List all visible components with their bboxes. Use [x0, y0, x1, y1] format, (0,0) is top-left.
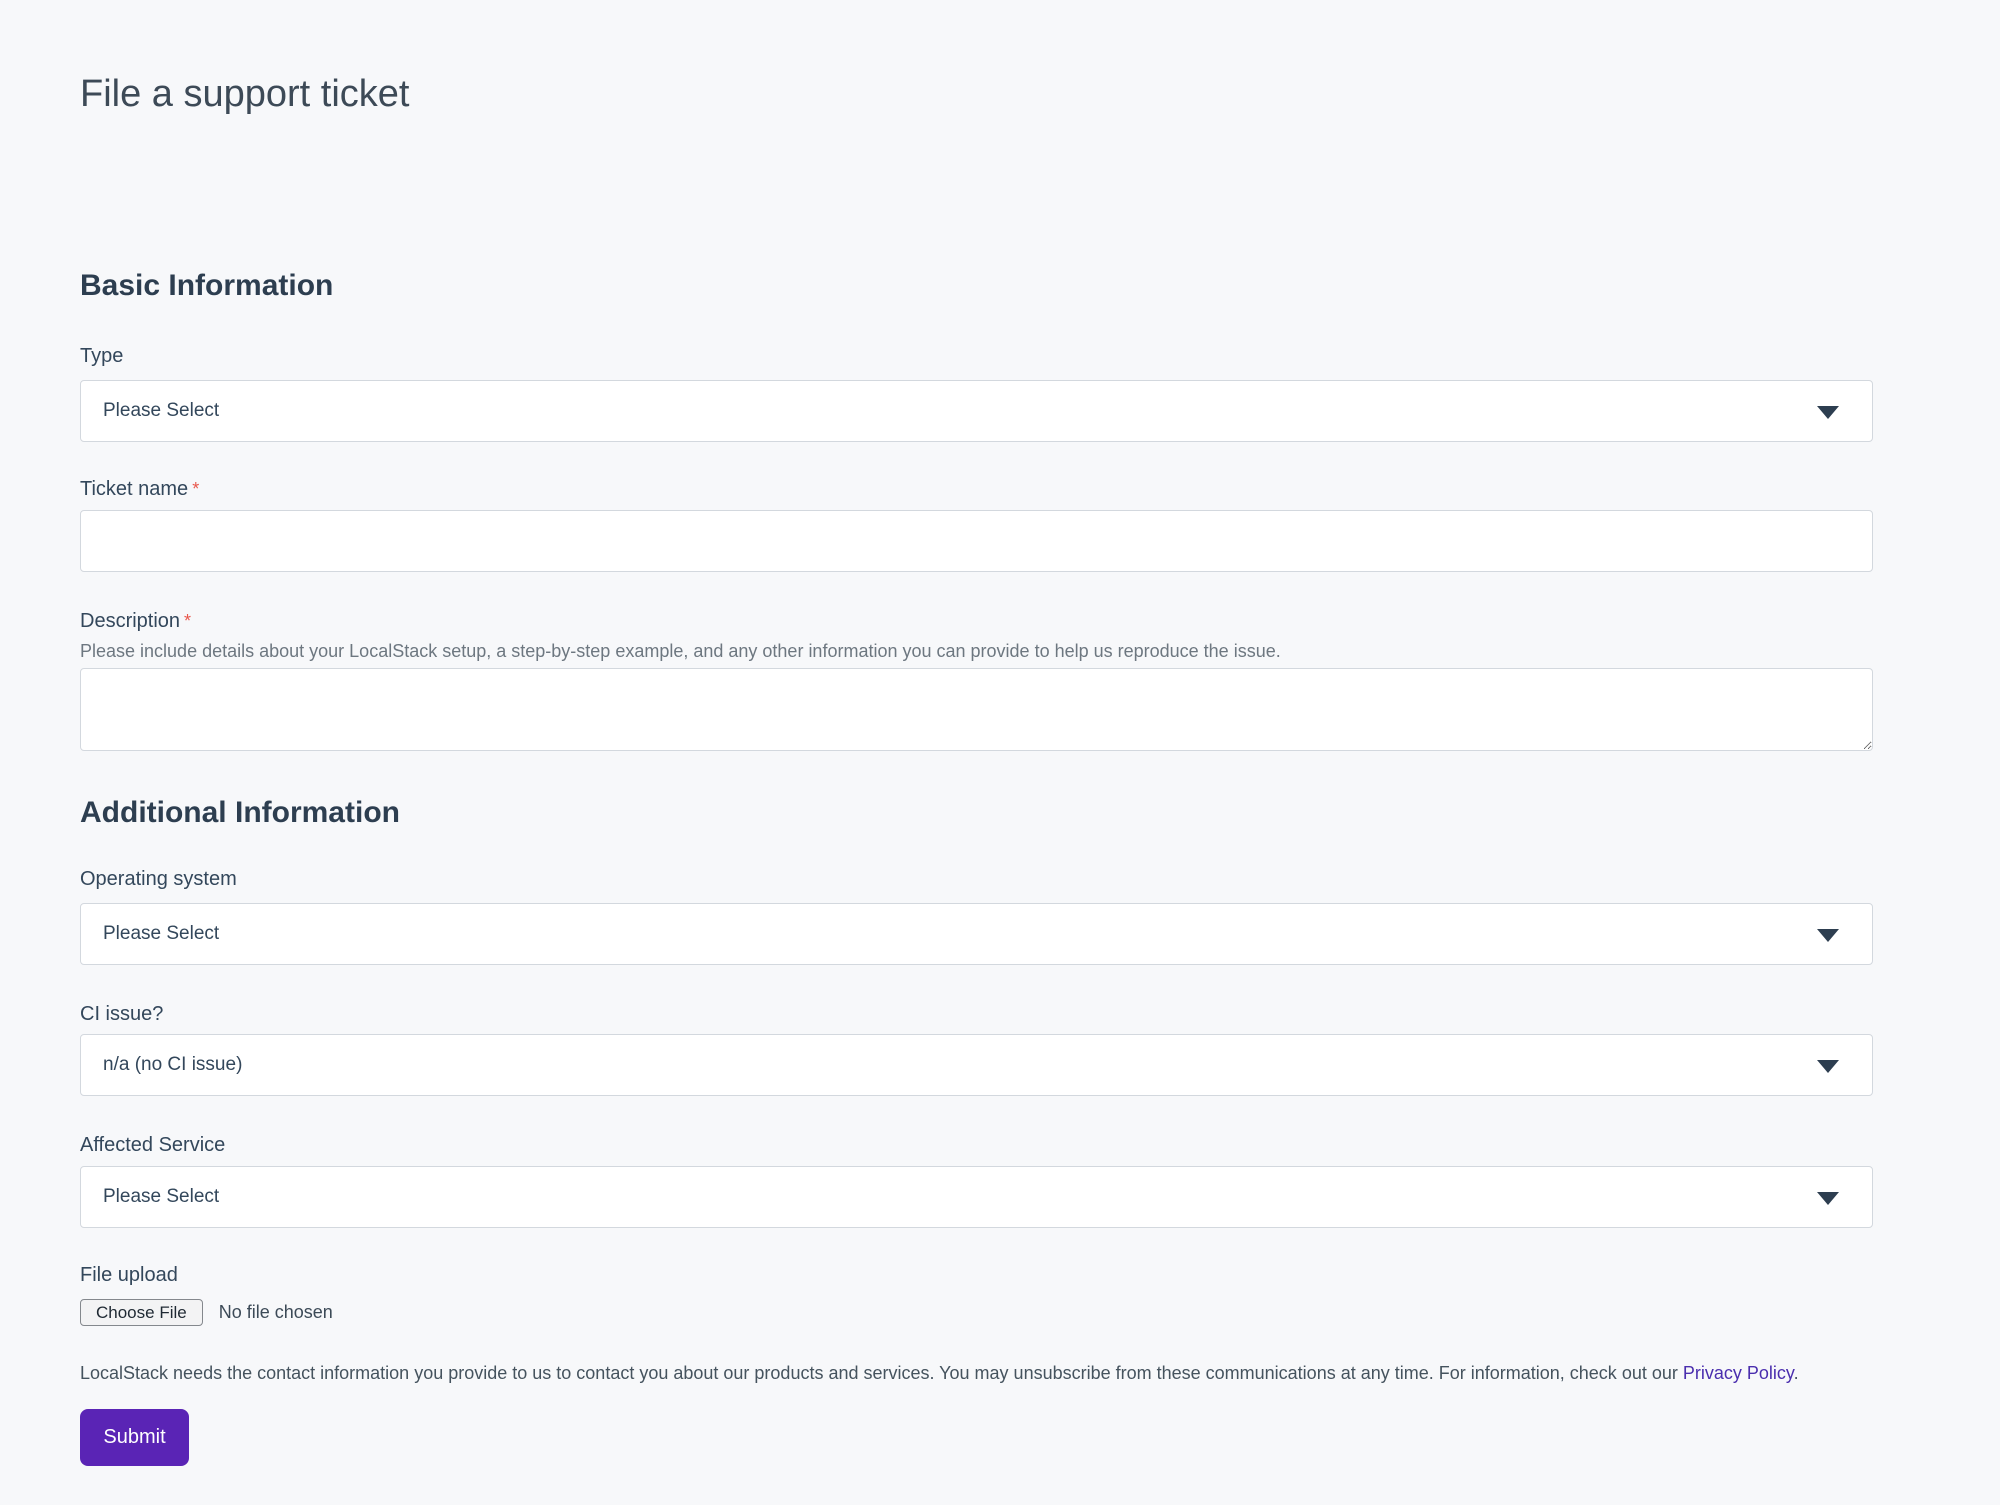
choose-file-button[interactable]: Choose File: [80, 1299, 203, 1326]
required-asterisk: *: [192, 479, 199, 499]
section-heading-additional-information: Additional Information: [80, 797, 1873, 829]
file-chosen-status: No file chosen: [219, 1302, 333, 1323]
ci-issue-label: CI issue?: [80, 1003, 1873, 1025]
page-title: File a support ticket: [80, 68, 1873, 121]
disclaimer-text-before: LocalStack needs the contact information…: [80, 1363, 1683, 1383]
affected-service-label: Affected Service: [80, 1134, 1873, 1156]
ticket-name-input[interactable]: [80, 510, 1873, 572]
ci-issue-select-value: n/a (no CI issue): [103, 1054, 242, 1076]
submit-button[interactable]: Submit: [80, 1409, 189, 1466]
description-label: Description*: [80, 610, 1873, 632]
ticket-name-label: Ticket name*: [80, 478, 1873, 500]
file-upload-label: File upload: [80, 1264, 1873, 1286]
chevron-down-icon: [1817, 1060, 1839, 1073]
disclaimer-text-after: .: [1794, 1363, 1799, 1383]
affected-service-select[interactable]: Please Select: [80, 1166, 1873, 1228]
privacy-policy-link[interactable]: Privacy Policy: [1683, 1363, 1794, 1383]
chevron-down-icon: [1817, 406, 1839, 419]
description-label-text: Description: [80, 610, 180, 632]
support-ticket-form: File a support ticket Basic Information …: [80, 68, 1873, 1466]
file-upload-control[interactable]: Choose File No file chosen: [80, 1299, 1873, 1326]
chevron-down-icon: [1817, 1192, 1839, 1205]
required-asterisk: *: [184, 611, 191, 631]
section-heading-basic-information: Basic Information: [80, 270, 1873, 302]
ticket-name-label-text: Ticket name: [80, 478, 188, 500]
operating-system-label: Operating system: [80, 868, 1873, 890]
type-select[interactable]: Please Select: [80, 380, 1873, 442]
operating-system-select[interactable]: Please Select: [80, 903, 1873, 965]
description-helper-text: Please include details about your LocalS…: [80, 641, 1873, 661]
type-label: Type: [80, 345, 1873, 367]
operating-system-select-value: Please Select: [103, 923, 219, 945]
chevron-down-icon: [1817, 929, 1839, 942]
description-textarea[interactable]: [80, 668, 1873, 751]
affected-service-select-value: Please Select: [103, 1186, 219, 1208]
ci-issue-select[interactable]: n/a (no CI issue): [80, 1034, 1873, 1096]
consent-disclaimer: LocalStack needs the contact information…: [80, 1363, 1873, 1383]
type-select-value: Please Select: [103, 400, 219, 422]
